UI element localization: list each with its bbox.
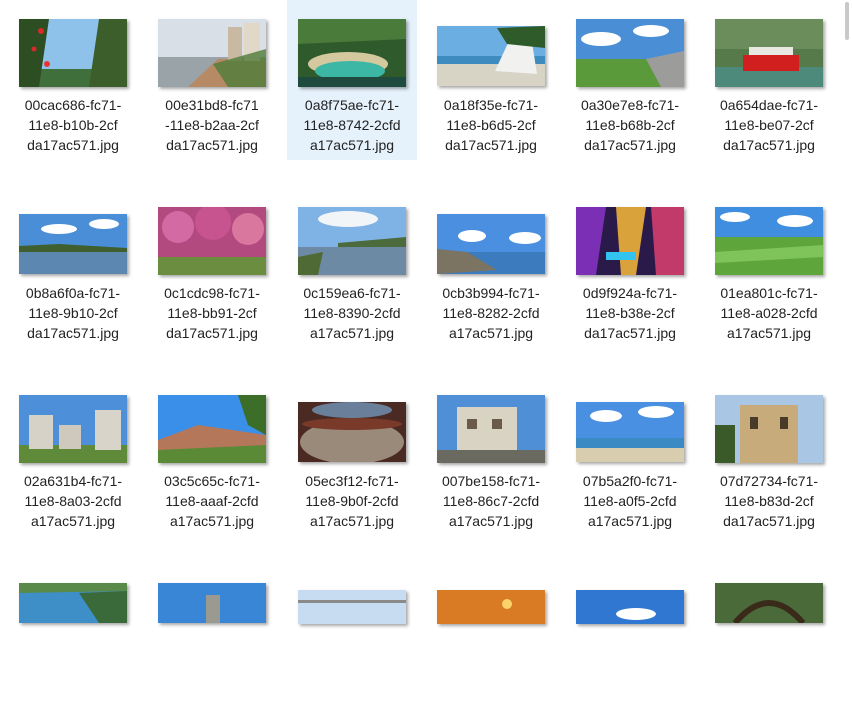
file-item[interactable] xyxy=(426,564,556,724)
photo-blue-sky-tower-icon xyxy=(158,583,266,623)
file-name: 05ec3f12-fc71- 11e8-9b0f-2cfd a17ac571.jpg xyxy=(305,473,399,529)
photo-tulou-courtyard-icon xyxy=(298,402,406,462)
photo-watchtowers-icon xyxy=(19,395,127,463)
file-item[interactable] xyxy=(147,564,277,724)
file-item[interactable] xyxy=(8,564,138,724)
file-name: 07b5a2f0-fc71- 11e8-a0f5-2cfd a17ac571.jpg xyxy=(582,473,678,529)
file-item[interactable]: 00cac686-fc71- 11e8-b10b-2cf da17ac571.jpg xyxy=(8,0,138,160)
photo-flowers-sky-icon xyxy=(19,19,127,87)
file-item[interactable]: 0b8a6f0a-fc71- 11e8-9b10-2cf da17ac571.jpg xyxy=(8,188,138,348)
file-item[interactable]: 0a654dae-fc71- 11e8-be07-2cf da17ac571.jpg xyxy=(704,0,834,160)
file-name: 0a654dae-fc71- 11e8-be07-2cf da17ac571.jpg xyxy=(719,97,819,153)
photo-boat-beach-icon xyxy=(437,26,545,86)
file-item[interactable]: 05ec3f12-fc71- 11e8-9b0f-2cfd a17ac571.jpg xyxy=(287,376,417,536)
photo-seaside-promenade-icon xyxy=(158,19,266,87)
file-item[interactable]: 0a30e7e8-fc71- 11e8-b68b-2cf da17ac571.jpg xyxy=(565,0,695,160)
file-item[interactable]: 01ea801c-fc71- 11e8-a028-2cfd a17ac571.jpg xyxy=(704,188,834,348)
file-item[interactable]: 0d9f924a-fc71- 11e8-b38e-2cf da17ac571.jpg xyxy=(565,188,695,348)
file-item[interactable]: 02a631b4-fc71- 11e8-8a03-2cfd a17ac571.jpg xyxy=(8,376,138,536)
file-item[interactable]: 0c159ea6-fc71- 11e8-8390-2cfd a17ac571.jpg xyxy=(287,188,417,348)
photo-pink-blossoms-icon xyxy=(158,207,266,275)
file-name: 0b8a6f0a-fc71- 11e8-9b10-2cf da17ac571.jpg xyxy=(25,285,121,341)
file-item[interactable]: 03c5c65c-fc71- 11e8-aaaf-2cfd a17ac571.jpg xyxy=(147,376,277,536)
file-item[interactable] xyxy=(565,564,695,724)
file-item[interactable]: 007be158-fc71- 11e8-86c7-2cfd a17ac571.jpg xyxy=(426,376,556,536)
file-item[interactable]: 00e31bd8-fc71 -11e8-b2aa-2cf da17ac571.jpg xyxy=(147,0,277,160)
photo-european-villa-icon xyxy=(715,395,823,463)
file-item[interactable]: 0a18f35e-fc71- 11e8-b6d5-2cf da17ac571.jpg xyxy=(426,0,556,160)
file-name: 02a631b4-fc71- 11e8-8a03-2cfd a17ac571.jpg xyxy=(23,473,123,529)
photo-sunset-icon xyxy=(437,590,545,624)
file-name: 00e31bd8-fc71 -11e8-b2aa-2cf da17ac571.jpg xyxy=(165,97,259,153)
scrollbar-thumb[interactable] xyxy=(845,2,849,40)
file-item[interactable] xyxy=(287,564,417,724)
file-name: 07d72734-fc71- 11e8-b83d-2cf da17ac571.jpg xyxy=(719,473,819,529)
file-item[interactable]: 07b5a2f0-fc71- 11e8-a0f5-2cfd a17ac571.jpg xyxy=(565,376,695,536)
photo-green-lagoon-icon xyxy=(298,19,406,87)
file-name: 00cac686-fc71- 11e8-b10b-2cf da17ac571.jpg xyxy=(24,97,122,153)
photo-lakeshore-icon xyxy=(298,207,406,275)
photo-grassland-icon xyxy=(715,207,823,275)
photo-garden-arch-icon xyxy=(715,583,823,623)
photo-park-lawn-icon xyxy=(576,19,684,87)
file-name: 0a8f75ae-fc71- 11e8-8742-2cfd a17ac571.jpg xyxy=(303,97,401,153)
file-item[interactable]: 07d72734-fc71- 11e8-b83d-2cf da17ac571.jpg xyxy=(704,376,834,536)
file-name: 0c1cdc98-fc71- 11e8-bb91-2cf da17ac571.jpg xyxy=(164,285,260,341)
photo-lake-sky-icon xyxy=(19,214,127,274)
file-item[interactable] xyxy=(704,564,834,724)
vertical-scrollbar[interactable] xyxy=(840,0,852,617)
photo-red-boat-icon xyxy=(715,19,823,87)
file-grid: 00cac686-fc71- 11e8-b10b-2cf da17ac571.jpg… xyxy=(0,0,840,624)
file-item-selected[interactable]: 0a8f75ae-fc71- 11e8-8742-2cfd a17ac571.jpg xyxy=(287,0,417,160)
file-name: 01ea801c-fc71- 11e8-a028-2cfd a17ac571.jpg xyxy=(720,285,818,341)
photo-bay-aerial-icon xyxy=(19,583,127,623)
photo-sky-clouds-icon xyxy=(576,590,684,624)
file-name: 0d9f924a-fc71- 11e8-b38e-2cf da17ac571.jpg xyxy=(582,285,678,341)
photo-old-building-icon xyxy=(437,395,545,463)
photo-crowded-beach-icon xyxy=(576,402,684,462)
file-name: 007be158-fc71- 11e8-86c7-2cfd a17ac571.jpg xyxy=(441,473,541,529)
file-name: 03c5c65c-fc71- 11e8-aaaf-2cfd a17ac571.jpg xyxy=(164,473,260,529)
photo-hillside-trees-icon xyxy=(158,395,266,463)
file-name: 0a30e7e8-fc71- 11e8-b68b-2cf da17ac571.jpg xyxy=(580,97,680,153)
file-name: 0c159ea6-fc71- 11e8-8390-2cfd a17ac571.jpg xyxy=(303,285,401,341)
photo-bridge-sky-icon xyxy=(298,590,406,624)
photo-colorful-cave-icon xyxy=(576,207,684,275)
photo-rocky-coast-icon xyxy=(437,214,545,274)
file-name: 0a18f35e-fc71- 11e8-b6d5-2cf da17ac571.jpg xyxy=(443,97,539,153)
file-item[interactable]: 0cb3b994-fc71- 11e8-8282-2cfd a17ac571.jpg xyxy=(426,188,556,348)
file-name: 0cb3b994-fc71- 11e8-8282-2cfd a17ac571.jpg xyxy=(442,285,540,341)
file-item[interactable]: 0c1cdc98-fc71- 11e8-bb91-2cf da17ac571.jpg xyxy=(147,188,277,348)
